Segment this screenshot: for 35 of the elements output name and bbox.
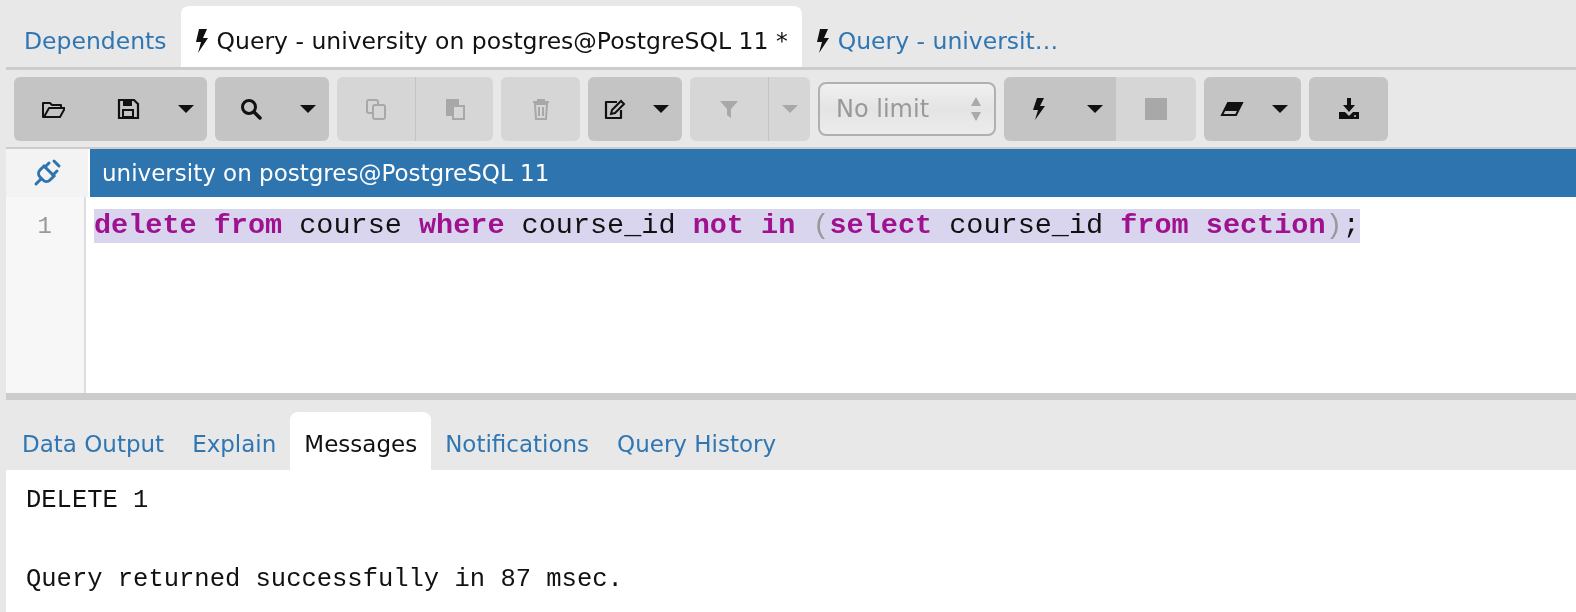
query-tab[interactable]: Query - universit… — [801, 6, 1073, 67]
dropdown-button[interactable] — [1259, 76, 1301, 141]
caret-icon — [781, 104, 798, 113]
spinner-arrows-icon — [970, 95, 982, 122]
download-icon — [1336, 96, 1361, 121]
open-file-button[interactable] — [14, 76, 91, 141]
search-button[interactable] — [215, 76, 287, 141]
edit-button[interactable] — [588, 76, 640, 141]
message-line: Query returned successfully in 87 msec. — [26, 565, 624, 594]
result-tab[interactable]: Query History — [603, 412, 791, 470]
caret-icon — [178, 104, 194, 113]
caret-icon — [300, 104, 316, 113]
dropdown-button[interactable] — [287, 76, 329, 141]
stop-icon — [1144, 96, 1168, 121]
plug-connected-icon — [32, 158, 62, 188]
result-tab[interactable]: Messages — [290, 412, 432, 470]
caret-icon — [653, 104, 669, 113]
query-tab[interactable]: Dependents — [10, 6, 181, 67]
search-icon — [239, 96, 263, 121]
copy-icon — [364, 96, 388, 121]
dropdown-button[interactable] — [1074, 76, 1116, 141]
result-tab[interactable]: Notifications — [431, 412, 604, 470]
clear-button[interactable] — [1204, 76, 1259, 141]
result-tab[interactable]: Data Output — [8, 412, 179, 470]
caret-icon — [1087, 104, 1103, 113]
caret-icon — [1272, 104, 1288, 113]
result-tab[interactable]: Explain — [178, 412, 291, 470]
dropdown-button[interactable] — [640, 76, 682, 141]
line-number: 1 — [36, 212, 53, 242]
download-button[interactable] — [1309, 76, 1388, 141]
execute-button[interactable] — [1004, 76, 1074, 141]
dropdown-button[interactable] — [165, 76, 207, 141]
query-tab[interactable]: Query - university on postgres@PostgreSQL 11 * — [180, 6, 802, 67]
connection-bar: university on postgres@PostgreSQL 11 — [90, 149, 1576, 197]
message-line: DELETE 1 — [26, 486, 150, 515]
